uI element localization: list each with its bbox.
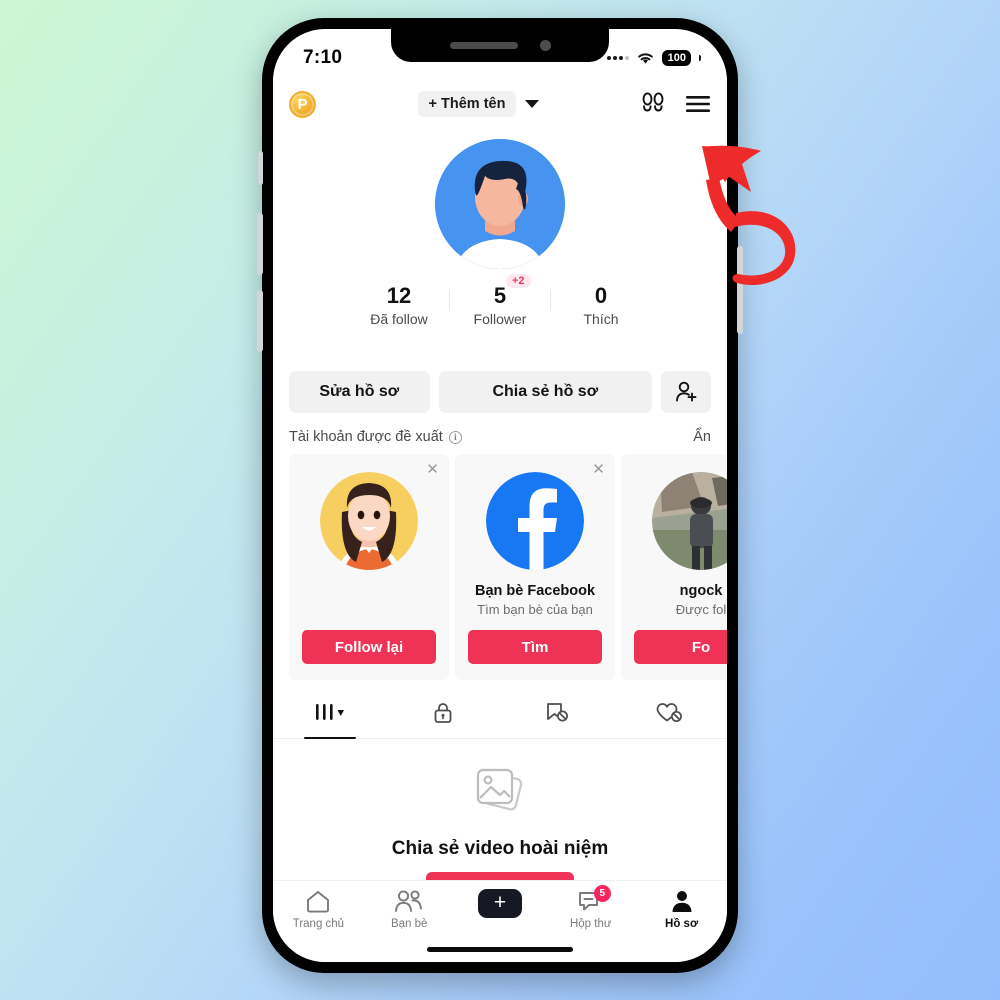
nav-friends[interactable]: Bạn bè (364, 889, 455, 930)
volume-down-button[interactable] (257, 290, 263, 352)
edit-profile-button[interactable]: Sửa hồ sơ (289, 371, 430, 413)
chevron-down-icon[interactable] (525, 100, 540, 108)
stat-label: Đã follow (370, 311, 428, 328)
mute-switch[interactable] (258, 151, 263, 185)
nav-home[interactable]: Trang chủ (273, 889, 364, 930)
card-subtitle: Được fol (675, 602, 727, 617)
home-icon (307, 891, 330, 913)
battery-icon: 100 (661, 49, 691, 67)
profile-stats: 12 Đã follow +2 5 Follower 0 Thích (273, 274, 727, 328)
rewards-coin-icon[interactable]: P (289, 90, 316, 118)
close-icon[interactable]: ✕ (425, 462, 440, 477)
nav-label: Bạn bè (390, 918, 428, 930)
bookmark-off-icon (546, 702, 568, 721)
battery-tip (699, 55, 701, 61)
empty-state-text: Chia sẻ video hoài niệm (391, 838, 609, 859)
hamburger-menu-icon[interactable] (685, 94, 711, 114)
red-arrow-annotation (702, 145, 796, 285)
phone-device-frame: 7:10 100 P + Thêm tên 12 Đã follow +2 5 … (257, 18, 743, 973)
grid-posts-icon (315, 703, 344, 720)
profile-tabs (273, 687, 727, 739)
inbox-badge: 5 (593, 885, 611, 902)
active-tab-underline (303, 736, 356, 739)
photo-avatar (652, 472, 727, 570)
stat-value: 5 (493, 283, 507, 308)
home-indicator (427, 947, 573, 952)
wifi-icon (637, 53, 653, 64)
nav-label: Trang chủ (292, 918, 345, 930)
profile-person-icon (672, 891, 692, 912)
stat-label: Thích (583, 311, 619, 328)
lock-private-icon (434, 702, 452, 723)
stat-label: Follower (473, 311, 527, 328)
new-followers-badge: +2 (506, 274, 531, 288)
share-profile-button[interactable]: Chia sẻ hồ sơ (438, 371, 652, 413)
suggested-title-group: Tài khoản được đề xuất i (289, 429, 462, 445)
status-indicators: 100 (606, 49, 701, 67)
card-username: ngock (679, 583, 723, 599)
create-plus-icon[interactable]: + (473, 889, 526, 918)
stat-followers[interactable]: +2 5 Follower (450, 274, 550, 328)
phone-screen: 7:10 100 P + Thêm tên 12 Đã follow +2 5 … (273, 29, 727, 962)
profile-action-row: Sửa hồ sơ Chia sẻ hồ sơ (289, 371, 711, 413)
follow-back-button[interactable]: Follow lại (302, 630, 436, 664)
username-area: + Thêm tên (316, 91, 641, 117)
card-username: Bạn bè Facebook (474, 583, 596, 599)
signal-dots-icon (606, 56, 629, 60)
earpiece-speaker (449, 42, 518, 49)
nav-create[interactable]: + (455, 889, 546, 918)
background-canvas: 7:10 100 P + Thêm tên 12 Đã follow +2 5 … (0, 0, 1000, 1000)
girl-cartoon-avatar (320, 472, 418, 570)
photos-stack-icon (476, 768, 523, 811)
add-friend-button[interactable] (661, 371, 711, 413)
empty-state: Chia sẻ video hoài niệm (273, 764, 727, 886)
suggested-accounts-rail[interactable]: ✕ Follow lại ✕ Bạn bè Facebook Tìm bạn b… (289, 454, 727, 680)
tab-liked[interactable] (614, 687, 728, 738)
add-name-button[interactable]: + Thêm tên (417, 91, 517, 117)
stat-likes[interactable]: 0 Thích (551, 283, 651, 327)
close-icon[interactable]: ✕ (591, 462, 606, 477)
app-header: P + Thêm tên (273, 77, 727, 131)
facebook-logo (486, 472, 584, 570)
stat-following[interactable]: 12 Đã follow (349, 283, 449, 327)
add-person-icon (676, 381, 697, 402)
suggested-title: Tài khoản được đề xuất (289, 429, 443, 445)
stat-value: 0 (594, 283, 608, 308)
nav-label: Hồ sơ (665, 918, 699, 930)
notch (391, 29, 609, 62)
suggested-card[interactable]: ✕ Bạn bè Facebook Tìm bạn bè của bạn Tìm (455, 454, 615, 680)
follow-button[interactable]: Fo (634, 630, 727, 664)
tab-private[interactable] (387, 687, 501, 738)
suggested-card[interactable]: ✕ (289, 454, 449, 680)
tab-saved[interactable] (500, 687, 614, 738)
front-camera (539, 40, 551, 51)
avatar[interactable] (435, 139, 565, 269)
tab-posts[interactable] (273, 687, 387, 739)
battery-level: 100 (667, 51, 686, 64)
nav-inbox[interactable]: 5 Hộp thư (545, 885, 636, 930)
find-friends-button[interactable]: Tìm (468, 630, 602, 664)
footprints-icon[interactable] (641, 91, 665, 117)
card-subtitle: Tìm bạn bè của bạn (477, 602, 593, 617)
info-icon[interactable]: i (448, 430, 462, 444)
nav-profile[interactable]: Hồ sơ (636, 889, 727, 930)
suggested-card[interactable]: ✕ (621, 454, 727, 680)
status-time: 7:10 (303, 47, 343, 68)
volume-up-button[interactable] (257, 213, 263, 275)
nav-label: Hộp thư (569, 918, 612, 930)
stat-value: 12 (386, 283, 412, 308)
friends-icon (395, 890, 423, 912)
suggested-header: Tài khoản được đề xuất i Ẩn (289, 429, 711, 445)
heart-off-icon (656, 702, 683, 722)
header-icons (641, 91, 711, 117)
hide-suggestions-button[interactable]: Ẩn (693, 429, 711, 445)
